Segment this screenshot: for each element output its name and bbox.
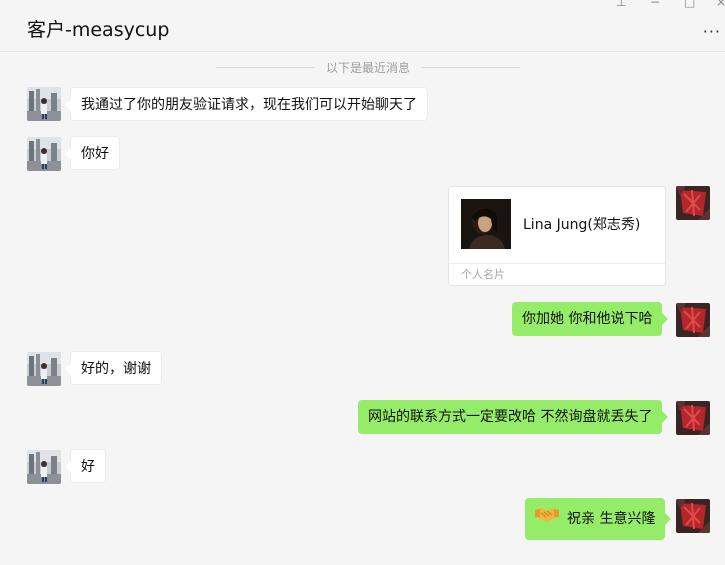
contact-card[interactable]: Lina Jung(郑志秀) 个人名片 [448, 186, 666, 286]
my-avatar[interactable] [676, 303, 710, 337]
message-text: 网站的联系方式一定要改哈 不然询盘就丢失了 [368, 409, 653, 425]
customer-avatar[interactable] [27, 137, 61, 171]
customer-avatar[interactable] [27, 352, 61, 386]
message-text: 我通过了你的朋友验证请求，现在我们可以开始聊天了 [81, 97, 417, 113]
my-avatar[interactable] [676, 186, 710, 220]
card-divider [449, 263, 665, 264]
contact-photo [461, 199, 511, 249]
chat-header: 客户-measycup ⊥ − □ × ··· [0, 0, 725, 52]
pin-icon[interactable]: ⊥ [616, 0, 626, 8]
customer-avatar[interactable] [27, 87, 61, 121]
message-text: 好的，谢谢 [81, 361, 151, 377]
more-options-icon[interactable]: ··· [703, 22, 721, 41]
chat-title: 客户-measycup [27, 19, 170, 41]
minimize-icon[interactable]: − [650, 0, 660, 8]
maximize-icon[interactable]: □ [684, 0, 695, 8]
close-icon[interactable]: × [716, 0, 725, 8]
message-text: 好 [81, 459, 95, 475]
message-bubble[interactable]: 你加她 你和他说下哈 [512, 302, 669, 336]
my-avatar[interactable] [676, 499, 710, 533]
message-bubble[interactable]: 我通过了你的朋友验证请求，现在我们可以开始聊天了 [65, 87, 428, 121]
message-text: 你好 [81, 146, 109, 162]
divider-line-left [216, 67, 314, 68]
handshake-icon [535, 497, 559, 539]
contact-card-label: 个人名片 [461, 268, 505, 281]
message-bubble[interactable]: 好 [65, 449, 106, 483]
my-avatar[interactable] [676, 401, 710, 435]
message-bubble[interactable]: 祝亲 生意兴隆 [525, 497, 672, 540]
customer-avatar[interactable] [27, 450, 61, 484]
divider-line-right [422, 67, 520, 68]
recent-messages-divider: 以下是最近消息 [326, 61, 411, 75]
message-bubble[interactable]: 你好 [65, 136, 120, 170]
message-text: 祝亲 生意兴隆 [567, 511, 656, 527]
message-bubble[interactable]: 网站的联系方式一定要改哈 不然询盘就丢失了 [358, 400, 669, 434]
contact-name: Lina Jung(郑志秀) [523, 217, 641, 233]
message-text: 你加她 你和他说下哈 [522, 311, 653, 327]
message-bubble[interactable]: 好的，谢谢 [65, 351, 162, 385]
